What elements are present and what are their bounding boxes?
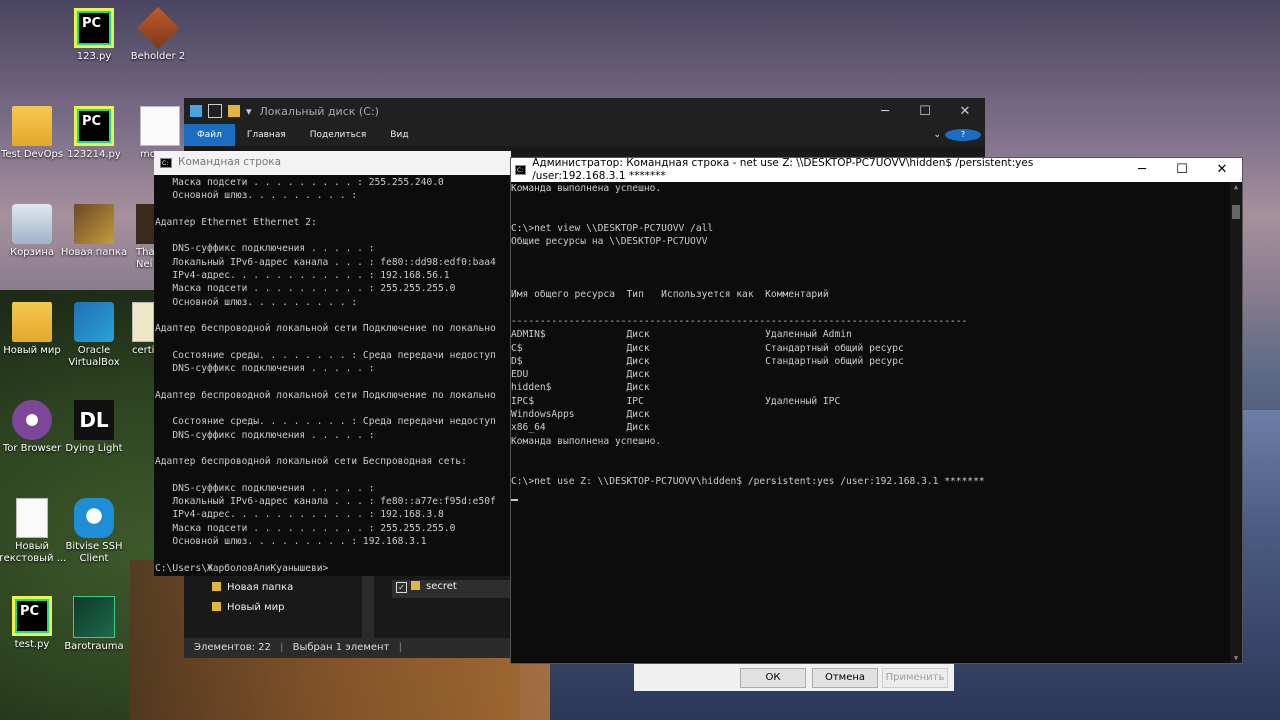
beholder-icon (136, 6, 180, 50)
cmd-icon (160, 157, 172, 170)
desktop-icon-label: Test DevOps (0, 149, 64, 160)
dying-light-icon: DL (74, 400, 114, 440)
nav-tree-item[interactable]: Новый мир (212, 602, 285, 613)
close-button[interactable]: ✕ (1202, 163, 1242, 177)
status-selected: Выбран 1 элемент (292, 642, 390, 653)
explorer-titlebar[interactable]: ▾ Локальный диск (C:) ─ ☐ ✕ (184, 98, 985, 124)
ribbon-tabs: Файл Главная Поделиться Вид ⌄ ? (184, 124, 985, 146)
cmd-scrollbar[interactable]: ▲ ▼ (1230, 182, 1242, 663)
nav-tree-label: Новый мир (227, 602, 285, 613)
desktop-icon-dying-light[interactable]: DL Dying Light (58, 400, 130, 455)
desktop-icon-label: Новый текстовый ... (0, 541, 67, 564)
desktop-icon-label: 123214.py (67, 149, 121, 160)
nav-tree-label: Новая папка (227, 582, 294, 593)
nav-scrollbar[interactable] (362, 572, 374, 638)
tab-home[interactable]: Главная (235, 130, 298, 140)
desktop-icon-123py[interactable]: PC 123.py (58, 8, 130, 63)
pycharm-icon: PC (12, 596, 52, 636)
desktop-icon-virtualbox[interactable]: Oracle VirtualBox (58, 302, 130, 369)
desktop-icon-bitvise[interactable]: Bitvise SSH Client (58, 498, 130, 565)
pycharm-icon: PC (74, 106, 114, 146)
ribbon-expand-icon[interactable]: ⌄ (929, 130, 945, 140)
scroll-down-icon[interactable]: ▼ (1230, 653, 1242, 663)
cmd-admin-output[interactable]: Команда выполнена успешно. C:\>net view … (511, 182, 1242, 488)
folder-icon (12, 302, 52, 342)
nav-tree-item[interactable]: Новая папка (212, 582, 293, 593)
file-item-secret[interactable]: ✓ secret (392, 580, 520, 598)
desktop-icon-label: test.py (14, 639, 50, 650)
file-item-label: secret (426, 581, 457, 592)
maximize-button[interactable]: ☐ (905, 104, 945, 119)
desktop-icon-label: Barotrauma (64, 641, 124, 652)
desktop-icon-label: Корзина (9, 247, 55, 258)
tab-view[interactable]: Вид (378, 130, 420, 140)
properties-quick-icon[interactable] (208, 104, 222, 118)
desktop-icon-123214py[interactable]: PC 123214.py (58, 106, 130, 161)
minimize-button[interactable]: ─ (865, 104, 905, 119)
cmd-output[interactable]: Маска подсети . . . . . . . . . : 255.25… (154, 175, 511, 575)
folder-icon (74, 204, 114, 244)
desktop-icon-label: 123.py (76, 51, 112, 62)
desktop-icon-label: Dying Light (65, 443, 123, 454)
folder-icon (411, 581, 420, 590)
cmd-window-admin[interactable]: Администратор: Командная строка - net us… (510, 157, 1243, 664)
desktop-icon-label: Bitvise SSH Client (65, 541, 123, 564)
cmd-window-user[interactable]: Командная строка Маска подсети . . . . .… (154, 151, 511, 576)
explorer-app-icon (190, 105, 202, 117)
desktop-icon-beholder[interactable]: Beholder 2 (122, 6, 194, 63)
cmd-icon (515, 164, 527, 177)
folder-icon (12, 106, 52, 146)
folder-icon (212, 582, 221, 591)
scroll-up-icon[interactable]: ▲ (1230, 182, 1242, 192)
virtualbox-icon (74, 302, 114, 342)
cmd-admin-title: Администратор: Командная строка - net us… (532, 156, 1034, 182)
desktop-icon-label: Oracle VirtualBox (68, 345, 120, 368)
cmd-title: Командная строка (178, 156, 282, 169)
maximize-button[interactable]: ☐ (1162, 163, 1202, 177)
tab-share[interactable]: Поделиться (298, 130, 379, 140)
recycle-bin-icon (12, 204, 52, 244)
scroll-thumb[interactable] (1232, 205, 1240, 219)
certificate-icon (132, 302, 154, 342)
text-cursor (511, 499, 518, 501)
tor-icon (12, 400, 52, 440)
folder-icon (212, 602, 221, 611)
desktop-icon-label: Tor Browser (2, 443, 62, 454)
desktop-icon-barotrauma[interactable]: Barotrauma (58, 596, 130, 653)
desktop-icon-label: certi (132, 345, 155, 356)
cmd-titlebar[interactable]: Командная строка (154, 151, 511, 175)
close-button[interactable]: ✕ (945, 104, 985, 119)
properties-dialog-footer: ОК Отмена Применить (634, 664, 954, 691)
checkbox-icon[interactable]: ✓ (396, 582, 407, 593)
pycharm-icon: PC (74, 8, 114, 48)
status-item-count: Элементов: 22 (194, 642, 271, 653)
ok-button[interactable]: ОК (740, 668, 806, 688)
minimize-button[interactable]: ─ (1122, 163, 1162, 177)
document-icon (140, 106, 180, 146)
help-icon[interactable]: ? (945, 129, 981, 141)
new-folder-quick-icon[interactable] (228, 105, 240, 117)
document-icon (16, 498, 48, 538)
barotrauma-icon (73, 596, 115, 638)
cmd-admin-titlebar[interactable]: Администратор: Командная строка - net us… (511, 156, 1242, 182)
apply-button[interactable]: Применить (882, 668, 948, 688)
desktop-icon-new-folder[interactable]: Новая папка (58, 204, 130, 259)
bitvise-icon (74, 498, 114, 538)
cancel-button[interactable]: Отмена (812, 668, 878, 688)
tab-file[interactable]: Файл (184, 124, 235, 146)
desktop-icon-label: Новый мир (3, 345, 61, 356)
quick-access-dropdown-icon[interactable]: ▾ (246, 105, 252, 118)
desktop-icon-label: Новая папка (60, 247, 128, 258)
explorer-title: Локальный диск (C:) (259, 104, 379, 118)
desktop-icon-label: Beholder 2 (130, 51, 186, 62)
